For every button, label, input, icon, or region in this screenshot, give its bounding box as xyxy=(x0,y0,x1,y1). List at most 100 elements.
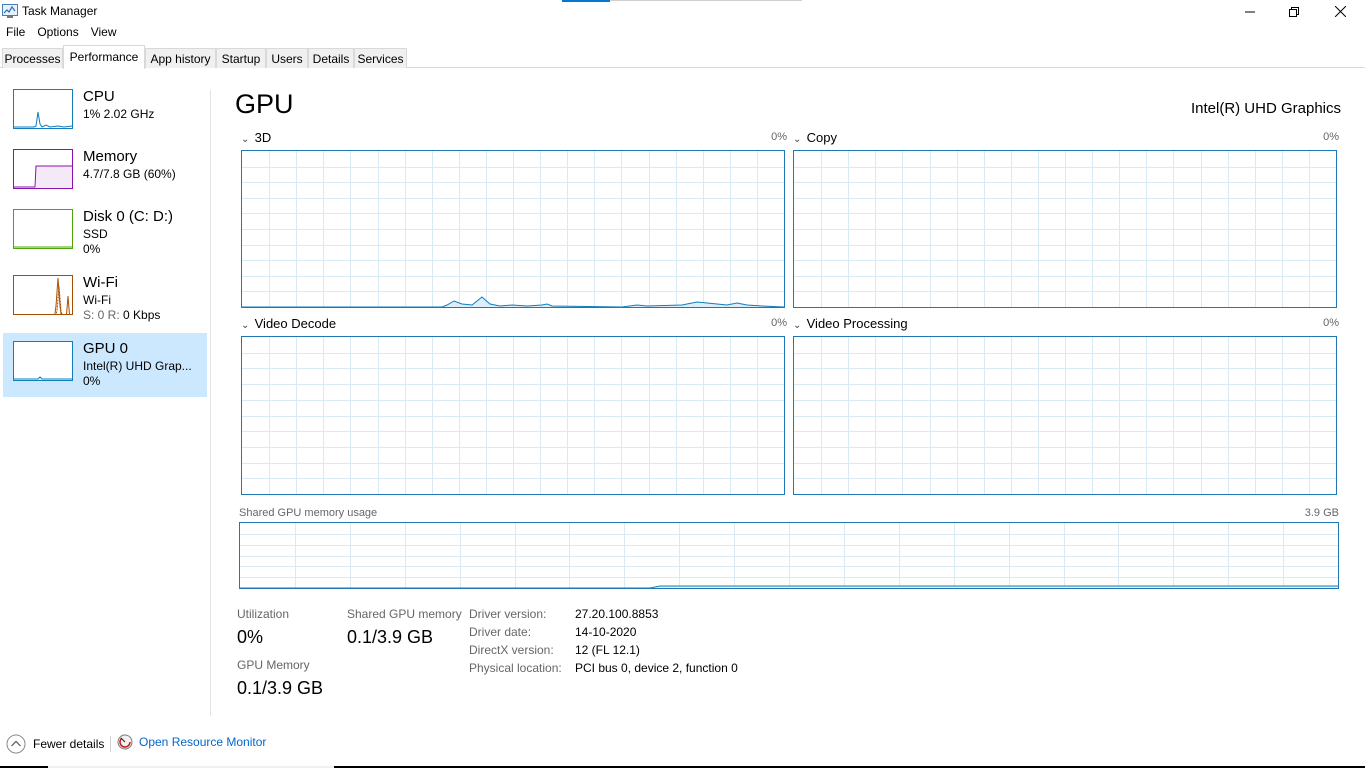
sidebar-item-subtitle: 1% 2.02 GHz xyxy=(83,107,155,121)
tab-services[interactable]: Services xyxy=(354,48,407,68)
sidebar-item-cpu[interactable]: CPU 1% 2.02 GHz xyxy=(3,82,207,146)
driver-date-value: 14-10-2020 xyxy=(575,625,637,639)
directx-version-value: 12 (FL 12.1) xyxy=(575,643,640,657)
gpu-thumbnail-graph xyxy=(13,341,73,381)
collapse-chevron-icon xyxy=(6,734,26,754)
sidebar-item-memory[interactable]: Memory 4.7/7.8 GB (60%) xyxy=(3,142,207,206)
graph-video-processing-label[interactable]: ⌄ Video Processing xyxy=(793,316,908,331)
graph-3d-grid xyxy=(242,151,784,307)
utilization-value: 0% xyxy=(237,627,264,647)
graph-3d xyxy=(241,150,785,308)
menu-file[interactable]: File xyxy=(0,23,31,43)
fewer-details-button[interactable]: Fewer details xyxy=(6,734,104,754)
graph-video-decode-label[interactable]: ⌄ Video Decode xyxy=(241,316,336,331)
memory-mini-chart xyxy=(14,165,72,188)
shared-memory-label: Shared GPU memory xyxy=(347,607,462,621)
sidebar-item-disk[interactable]: Disk 0 (C: D:) SSD 0% xyxy=(3,202,207,266)
graph-copy-grid xyxy=(794,151,1336,307)
disk-thumbnail-graph xyxy=(13,209,73,249)
graph-video-decode-max: 0% xyxy=(771,317,787,329)
tab-processes[interactable]: Processes xyxy=(2,48,63,68)
graph-3d-max: 0% xyxy=(771,131,787,143)
graph-copy xyxy=(793,150,1337,308)
graph-video-decode-grid xyxy=(242,337,784,494)
gpu-memory-label: GPU Memory xyxy=(237,658,310,672)
device-name: Intel(R) UHD Graphics xyxy=(1190,100,1341,117)
sidebar-item-title: CPU xyxy=(83,88,115,105)
sidebar-item-subtitle: 4.7/7.8 GB (60%) xyxy=(83,167,176,181)
disk-mini-chart xyxy=(14,246,72,248)
graph-video-processing-max: 0% xyxy=(1323,317,1339,329)
shared-memory-value: 0.1/3.9 GB xyxy=(347,627,434,647)
tab-startup[interactable]: Startup xyxy=(216,48,266,68)
menu-view[interactable]: View xyxy=(85,23,123,43)
physical-location-value: PCI bus 0, device 2, function 0 xyxy=(575,661,738,675)
sidebar-divider xyxy=(210,90,211,716)
resource-monitor-label: Open Resource Monitor xyxy=(139,735,267,749)
task-manager-icon xyxy=(2,4,18,18)
restore-icon xyxy=(1289,6,1299,17)
maximize-button[interactable] xyxy=(1271,0,1317,23)
directx-version-key: DirectX version: xyxy=(469,643,554,657)
graph-video-processing xyxy=(793,336,1337,495)
sidebar-item-subtitle: SSD xyxy=(83,227,108,241)
chevron-down-icon: ⌄ xyxy=(793,134,802,145)
chevron-down-icon: ⌄ xyxy=(793,320,802,331)
open-resource-monitor-link[interactable]: Open Resource Monitor xyxy=(117,734,266,750)
menu-bar: File Options View xyxy=(0,23,1365,43)
page-title: GPU xyxy=(235,89,294,119)
footer-bar: Fewer details Open Resource Monitor xyxy=(0,730,1365,768)
wifi-mini-chart xyxy=(54,277,70,314)
sidebar-item-title: Wi-Fi xyxy=(83,274,118,291)
graph-title: Video Decode xyxy=(254,316,337,331)
driver-version-value: 27.20.100.8853 xyxy=(575,607,659,621)
tab-performance[interactable]: Performance xyxy=(63,45,145,69)
sidebar-item-subtitle: Wi-Fi xyxy=(83,293,111,307)
graph-copy-label[interactable]: ⌄ Copy xyxy=(793,130,837,145)
title-accent-bar xyxy=(562,0,610,2)
sidebar-item-title: GPU 0 xyxy=(83,340,129,357)
tab-users[interactable]: Users xyxy=(266,48,308,68)
graph-video-processing-grid xyxy=(794,337,1336,494)
tab-app-history[interactable]: App history xyxy=(145,48,216,68)
minimize-icon xyxy=(1245,11,1255,12)
window-title: Task Manager xyxy=(22,4,98,18)
graph-title: Copy xyxy=(806,130,837,145)
cpu-thumbnail-graph xyxy=(13,89,73,129)
footer-divider xyxy=(110,736,111,752)
sidebar-item-wifi[interactable]: Wi-Fi Wi-Fi S: 0 R: 0 Kbps xyxy=(3,268,207,332)
sidebar-item-value: 0% xyxy=(83,242,101,256)
minimize-button[interactable] xyxy=(1227,0,1273,23)
graph-title: 3D xyxy=(254,130,272,145)
title-bar: Task Manager xyxy=(0,0,1365,23)
fewer-details-label: Fewer details xyxy=(33,737,105,751)
driver-version-key: Driver version: xyxy=(469,607,547,621)
cpu-mini-chart xyxy=(14,111,72,128)
sidebar-item-value: S: 0 R: 0 Kbps xyxy=(83,308,160,322)
memory-thumbnail-graph xyxy=(13,149,73,189)
chevron-down-icon: ⌄ xyxy=(241,320,250,331)
tab-details[interactable]: Details xyxy=(308,48,354,68)
utilization-label: Utilization xyxy=(237,607,290,621)
chevron-down-icon: ⌄ xyxy=(241,134,250,145)
gpu-memory-value: 0.1/3.9 GB xyxy=(237,678,324,698)
sidebar-item-title: Memory xyxy=(83,148,138,165)
sidebar-item-value: 0% xyxy=(83,374,101,388)
sidebar-item-gpu[interactable]: GPU 0 Intel(R) UHD Grap... 0% xyxy=(3,333,207,397)
wifi-send-receive-label: S: 0 R: xyxy=(83,308,124,322)
menu-options[interactable]: Options xyxy=(31,23,84,43)
gpu-mini-chart xyxy=(14,376,72,380)
title-accent-line xyxy=(610,0,802,1)
shared-memory-graph-max: 3.9 GB xyxy=(1304,507,1339,519)
tab-strip: Processes Performance App history Startu… xyxy=(0,44,1365,69)
wifi-thumbnail-graph xyxy=(13,275,73,315)
sidebar-item-subtitle: Intel(R) UHD Grap... xyxy=(83,359,192,373)
graph-3d-label[interactable]: ⌄ 3D xyxy=(241,130,271,145)
graph-title: Video Processing xyxy=(806,316,908,331)
close-button[interactable] xyxy=(1317,0,1363,23)
physical-location-key: Physical location: xyxy=(469,661,562,675)
close-icon xyxy=(1334,6,1346,17)
graph-shared-memory-grid xyxy=(240,523,1338,588)
shared-memory-graph-label: Shared GPU memory usage xyxy=(239,507,378,519)
graph-shared-memory xyxy=(239,522,1339,589)
